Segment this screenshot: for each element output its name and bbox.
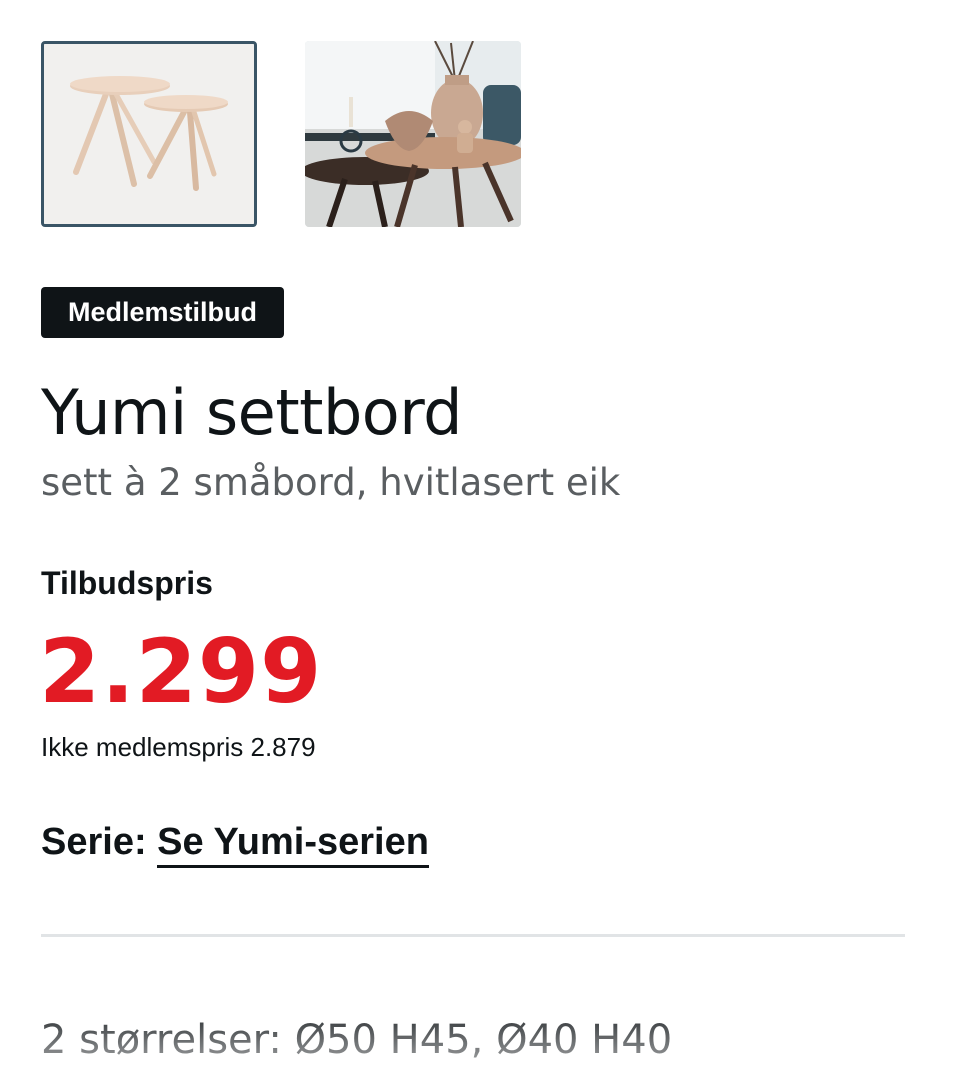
product-page: Medlemstilbud Yumi settbord sett à 2 små…: [0, 0, 953, 1063]
tables-product-illustration: [44, 44, 254, 224]
member-offer-badge: Medlemstilbud: [41, 287, 285, 338]
product-subtitle: sett à 2 småbord, hvitlasert eik: [41, 461, 621, 504]
sizes-info: 2 størrelser: Ø50 H45, Ø40 H40: [41, 1017, 673, 1063]
non-member-price: Ikke medlemspris 2.879: [41, 732, 316, 762]
thumbnail-lifestyle-image[interactable]: [305, 41, 521, 227]
thumbnail-product-image[interactable]: [41, 41, 257, 227]
series-row: Serie: Se Yumi-serien: [41, 817, 429, 868]
series-label: Serie:: [41, 821, 158, 863]
tables-lifestyle-illustration: [305, 41, 521, 227]
series-link[interactable]: Se Yumi-serien: [157, 821, 429, 868]
offer-price-label: Tilbudspris: [41, 565, 213, 601]
offer-price: 2.299: [39, 620, 323, 723]
image-gallery: [41, 41, 521, 227]
section-divider: [41, 934, 905, 937]
product-title: Yumi settbord: [41, 376, 463, 449]
